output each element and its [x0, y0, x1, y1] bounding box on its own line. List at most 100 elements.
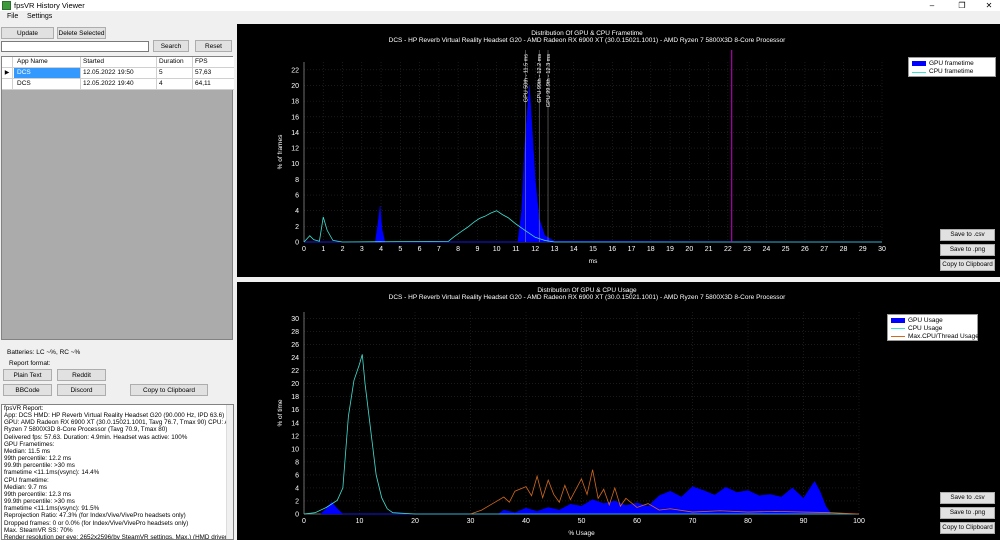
- report-line: CPU frametime:: [4, 476, 49, 484]
- x-axis-label: % Usage: [568, 530, 595, 537]
- minimize-icon[interactable]: –: [922, 0, 942, 11]
- menu-file[interactable]: File: [7, 13, 18, 20]
- report-line: 99.9th percentile: >30 ms: [4, 462, 75, 470]
- x-tick-label: 23: [743, 246, 751, 253]
- report-line: 99th percentile: 12.3 ms: [4, 490, 72, 498]
- x-tick-label: 0: [302, 246, 306, 253]
- x-tick-label: 2: [341, 246, 345, 253]
- x-tick-label: 30: [878, 246, 886, 253]
- y-tick-label: 18: [291, 394, 299, 401]
- frametime-chart: Distribution Of GPU & CPU Frametime DCS …: [237, 24, 1000, 277]
- close-icon[interactable]: ✕: [979, 0, 999, 11]
- y-tick-label: 0: [295, 512, 299, 519]
- y-tick-label: 16: [291, 114, 299, 121]
- x-tick-label: 9: [475, 246, 479, 253]
- menu-settings[interactable]: Settings: [27, 13, 52, 20]
- y-axis-label: % of time: [277, 399, 284, 426]
- x-tick-label: 15: [589, 246, 597, 253]
- update-button[interactable]: Update: [1, 27, 54, 39]
- gpu-legend-label: GPU frametime: [929, 60, 974, 67]
- x-tick-label: 50: [578, 518, 586, 525]
- save-csv-button[interactable]: Save to .csv: [940, 229, 995, 241]
- x-tick-label: 21: [705, 246, 713, 253]
- table-row[interactable]: ▶ DCS 12.05.2022 19:50 5 57,63: [2, 68, 234, 79]
- y-tick-label: 4: [295, 208, 299, 215]
- x-tick-label: 20: [411, 518, 419, 525]
- x-tick-label: 8: [456, 246, 460, 253]
- search-button[interactable]: Search: [153, 40, 189, 52]
- frametime-legend: GPU frametime CPU frametime: [908, 57, 996, 77]
- percentile-label: GPU 99th - 12.2 ms: [537, 54, 543, 103]
- plain-text-button[interactable]: Plain Text: [3, 369, 52, 381]
- y-tick-label: 18: [291, 99, 299, 106]
- y-tick-label: 12: [291, 433, 299, 440]
- x-tick-label: 40: [522, 518, 530, 525]
- column-header-duration[interactable]: Duration: [159, 58, 184, 65]
- y-tick-label: 10: [291, 161, 299, 168]
- copy-report-button[interactable]: Copy to Clipboard: [130, 384, 208, 396]
- x-tick-label: 29: [859, 246, 867, 253]
- x-tick-label: 7: [437, 246, 441, 253]
- discord-button[interactable]: Discord: [57, 384, 106, 396]
- y-tick-label: 2: [295, 498, 299, 505]
- batteries-label: Batteries: LC ~%, RC ~%: [7, 349, 81, 356]
- report-scrollbar[interactable]: [226, 405, 233, 539]
- x-tick-label: 16: [608, 246, 616, 253]
- maximize-icon[interactable]: ❐: [952, 0, 972, 11]
- y-tick-label: 28: [291, 329, 299, 336]
- report-line: Dropped frames: 0 or 0.0% (for Index/Viv…: [4, 519, 189, 527]
- y-tick-label: 4: [295, 485, 299, 492]
- y-tick-label: 30: [291, 316, 299, 323]
- report-line: GPU Frametimes:: [4, 440, 55, 448]
- save-csv-button[interactable]: Save to .csv: [940, 492, 995, 504]
- maxcpu-legend-swatch: [891, 336, 905, 337]
- save-png-button[interactable]: Save to .png: [940, 244, 995, 256]
- copy-chart-button[interactable]: Copy to Clipboard: [940, 522, 995, 534]
- y-tick-label: 16: [291, 407, 299, 414]
- x-tick-label: 18: [647, 246, 655, 253]
- table-row[interactable]: DCS 12.05.2022 19:40 4 64,11: [2, 79, 234, 90]
- app-icon: [2, 1, 11, 10]
- cpu-legend-swatch: [912, 72, 926, 73]
- x-tick-label: 70: [689, 518, 697, 525]
- y-tick-label: 8: [295, 177, 299, 184]
- x-tick-label: 26: [801, 246, 809, 253]
- maxcpu-legend-label: Max.CPU/Thread Usage: [908, 333, 979, 340]
- copy-chart-button[interactable]: Copy to Clipboard: [940, 259, 995, 271]
- bbcode-button[interactable]: BBCode: [3, 384, 52, 396]
- x-tick-label: 12: [531, 246, 539, 253]
- report-textbox[interactable]: fpsVR Report: App: DCS HMD: HP Reverb Vir…: [1, 404, 234, 540]
- table-header: App Name Started Duration FPS: [2, 57, 234, 68]
- usage-chart: Distribution Of GPU & CPU Usage DCS - HP…: [237, 282, 1000, 540]
- column-header-app-name[interactable]: App Name: [17, 58, 48, 65]
- report-line: fpsVR Report:: [4, 405, 44, 412]
- gpu-usage-legend-swatch: [891, 318, 905, 323]
- column-header-started[interactable]: Started: [83, 58, 104, 65]
- x-tick-label: 17: [628, 246, 636, 253]
- report-line: Median: 11.5 ms: [4, 447, 51, 455]
- y-axis-label: % of frames: [277, 134, 284, 169]
- x-tick-label: 19: [666, 246, 674, 253]
- y-tick-label: 22: [291, 368, 299, 375]
- row-header-corner: [2, 57, 13, 68]
- x-tick-label: 20: [685, 246, 693, 253]
- window-title: fpsVR History Viewer: [14, 1, 85, 10]
- x-tick-label: 3: [360, 246, 364, 253]
- y-tick-label: 8: [295, 459, 299, 466]
- x-tick-label: 10: [356, 518, 364, 525]
- x-tick-label: 4: [379, 246, 383, 253]
- search-input[interactable]: [1, 41, 149, 52]
- x-tick-label: 14: [570, 246, 578, 253]
- x-tick-label: 25: [782, 246, 790, 253]
- column-header-fps[interactable]: FPS: [195, 58, 208, 65]
- usage-legend: GPU Usage CPU Usage Max.CPU/Thread Usage: [887, 314, 979, 341]
- report-line: Reprojection Ratio: 47.3% (for Index/Viv…: [4, 512, 186, 520]
- x-tick-label: 27: [820, 246, 828, 253]
- reset-button[interactable]: Reset: [195, 40, 232, 52]
- save-png-button[interactable]: Save to .png: [940, 507, 995, 519]
- delete-selected-button[interactable]: Delete Selected: [57, 27, 106, 39]
- reddit-button[interactable]: Reddit: [57, 369, 106, 381]
- cell-duration: 5: [159, 69, 163, 76]
- report-line: frametime <11.1ms(vsync): 91.5%: [4, 505, 100, 513]
- cpu-legend-label: CPU frametime: [929, 68, 974, 75]
